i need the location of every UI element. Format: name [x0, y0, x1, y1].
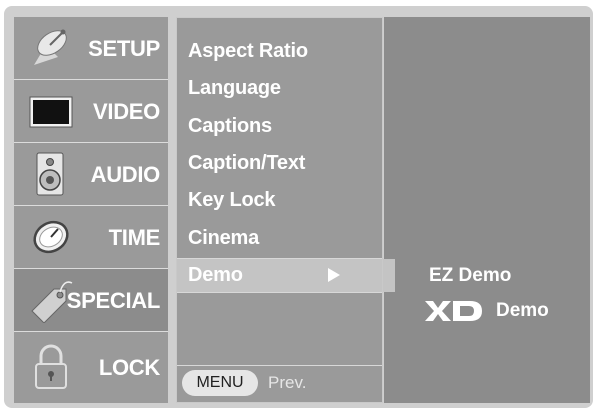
- selection-connector: [383, 259, 395, 292]
- divider: [176, 292, 383, 293]
- option-ez-demo[interactable]: EZ Demo: [429, 265, 511, 287]
- prev-label: Prev.: [268, 373, 307, 392]
- special-submenu: Aspect Ratio Language Captions Caption/T…: [176, 17, 383, 403]
- category-setup[interactable]: SETUP: [14, 17, 168, 80]
- tv-screen-icon: [29, 96, 73, 128]
- category-audio[interactable]: AUDIO: [14, 143, 168, 206]
- speaker-icon: [36, 152, 64, 196]
- category-label: TIME: [108, 225, 161, 250]
- divider: [176, 365, 383, 366]
- demo-options-panel: [384, 17, 590, 403]
- clock-icon: [33, 220, 69, 254]
- category-column: SETUP VIDEO AUDIO TIME SPECIAL LOCK: [14, 17, 168, 403]
- padlock-icon: [35, 344, 67, 389]
- menu-item-caption-text[interactable]: Caption/Text: [188, 145, 305, 181]
- category-video[interactable]: VIDEO: [14, 80, 168, 143]
- category-special[interactable]: SPECIAL: [14, 269, 168, 332]
- menu-item-captions[interactable]: Captions: [188, 108, 272, 144]
- menu-item-cinema[interactable]: Cinema: [188, 220, 259, 256]
- menu-item-language[interactable]: Language: [188, 70, 281, 106]
- category-label: AUDIO: [90, 162, 161, 187]
- category-time[interactable]: TIME: [14, 206, 168, 269]
- category-lock[interactable]: LOCK: [14, 332, 168, 403]
- category-label: SPECIAL: [66, 288, 161, 313]
- menu-item-key-lock[interactable]: Key Lock: [188, 182, 276, 218]
- divider: [176, 258, 383, 259]
- category-label: SETUP: [88, 36, 160, 61]
- option-xd-demo[interactable]: Demo: [496, 300, 549, 322]
- satellite-dish-icon: [34, 29, 67, 65]
- xd-logo-icon: [425, 301, 482, 321]
- submenu-arrow-icon: [328, 268, 340, 282]
- menu-button[interactable]: MENU: [182, 370, 258, 396]
- menu-item-demo-label: Demo: [188, 264, 243, 286]
- menu-item-demo[interactable]: Demo: [176, 259, 383, 292]
- category-label: VIDEO: [93, 99, 160, 124]
- category-label: LOCK: [98, 355, 160, 380]
- menu-item-aspect-ratio[interactable]: Aspect Ratio: [188, 33, 308, 69]
